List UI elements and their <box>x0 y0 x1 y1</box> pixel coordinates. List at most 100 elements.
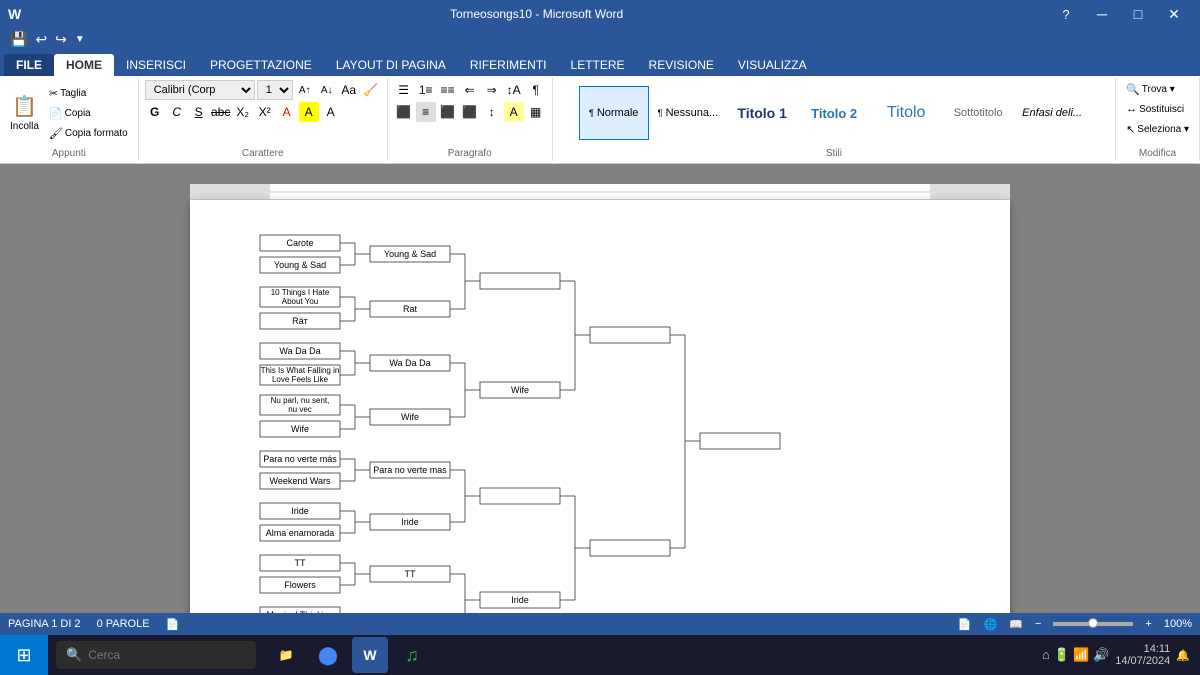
svg-text:Carote: Carote <box>286 238 313 248</box>
zoom-out-button[interactable]: − <box>1035 618 1041 630</box>
style-title[interactable]: Titolo <box>871 86 941 140</box>
style-normal[interactable]: ¶ Normale <box>579 86 649 140</box>
line-spacing-button[interactable]: ↕ <box>482 102 502 122</box>
font-size-select[interactable]: 11 <box>257 80 293 100</box>
tab-home[interactable]: HOME <box>54 54 114 76</box>
shading-button[interactable]: A <box>504 102 524 122</box>
borders-button[interactable]: ▦ <box>526 102 546 122</box>
tab-riferimenti[interactable]: RIFERIMENTI <box>458 54 559 76</box>
svg-text:Flowers: Flowers <box>284 580 316 590</box>
text-effects-button[interactable]: A <box>321 102 341 122</box>
save-icon[interactable]: 💾 <box>8 31 29 48</box>
tab-progettazione[interactable]: PROGETTAZIONE <box>198 54 324 76</box>
subscript-button[interactable]: X₂ <box>233 102 253 122</box>
language-icon: 📄 <box>166 618 180 631</box>
tab-inserisci[interactable]: INSERISCI <box>114 54 198 76</box>
clock: 14:11 14/07/2024 <box>1115 643 1170 667</box>
cut-button[interactable]: ✂ Taglia <box>45 84 132 102</box>
undo-icon[interactable]: ↩ <box>33 31 49 48</box>
notification-button[interactable]: 🔔 <box>1176 649 1190 662</box>
tab-lettere[interactable]: LETTERE <box>559 54 637 76</box>
svg-text:Love Feels Like: Love Feels Like <box>272 375 329 384</box>
multilevel-list-button[interactable]: ≡≡ <box>438 80 458 100</box>
taskbar-word[interactable]: W <box>352 637 388 673</box>
editing-group: 🔍 Trova ▾ ↔ Sostituisci ↖ Seleziona ▾ Mo… <box>1116 78 1200 161</box>
svg-text:Para no verte más: Para no verte más <box>263 454 337 464</box>
replace-button[interactable]: ↔ Sostituisci <box>1122 100 1188 118</box>
font-color-button[interactable]: A <box>277 102 297 122</box>
maximize-button[interactable]: □ <box>1120 0 1156 28</box>
style-emphasis[interactable]: Enfasi deli... <box>1015 86 1089 140</box>
svg-text:Wa Da Da: Wa Da Da <box>279 346 320 356</box>
tab-layout[interactable]: LAYOUT DI PAGINA <box>324 54 458 76</box>
font-family-select[interactable]: Calibri (Corp <box>145 80 255 100</box>
style-subtitle[interactable]: Sottotitolo <box>943 86 1013 140</box>
view-read-icon[interactable]: 📖 <box>1009 618 1023 631</box>
show-marks-button[interactable]: ¶ <box>526 80 546 100</box>
taskbar-search[interactable]: 🔍 <box>56 641 256 669</box>
copy-button[interactable]: 📄 Copia <box>45 104 132 122</box>
svg-text:10 Things I Hate: 10 Things I Hate <box>271 288 330 297</box>
svg-text:Iride: Iride <box>291 506 309 516</box>
decrease-indent-button[interactable]: ⇐ <box>460 80 480 100</box>
styles-area: ¶ Normale ¶ Nessuna... Titolo 1 Titolo 2… <box>579 80 1089 146</box>
svg-text:Nu parl, nu sent,: Nu parl, nu sent, <box>271 396 330 405</box>
underline-button[interactable]: S <box>189 102 209 122</box>
taskbar-spotify[interactable]: ♫ <box>394 637 430 673</box>
customize-qa-icon[interactable]: ▼ <box>73 34 87 45</box>
zoom-slider[interactable] <box>1053 622 1133 626</box>
superscript-button[interactable]: X² <box>255 102 275 122</box>
italic-button[interactable]: C <box>167 102 187 122</box>
font-group: Calibri (Corp 11 A↑ A↓ Aa 🧹 G C S abc X₂ <box>139 78 388 161</box>
zoom-in-button[interactable]: + <box>1145 618 1151 630</box>
style-no-spacing[interactable]: ¶ Nessuna... <box>651 86 725 140</box>
help-button[interactable]: ? <box>1048 0 1084 28</box>
font-grow-button[interactable]: A↑ <box>295 80 315 100</box>
align-center-button[interactable]: ≡ <box>416 102 436 122</box>
taskbar-chrome[interactable]: ⬤ <box>310 637 346 673</box>
search-input[interactable] <box>88 648 246 662</box>
format-painter-button[interactable]: 🖌 Copia formato <box>45 124 132 142</box>
svg-text:Iride: Iride <box>511 595 529 605</box>
zoom-handle[interactable] <box>1088 618 1098 628</box>
numbering-button[interactable]: 1≡ <box>416 80 436 100</box>
taskbar-app-icons: 📁 ⬤ W ♫ <box>268 637 430 673</box>
font-shrink-button[interactable]: A↓ <box>317 80 337 100</box>
find-button[interactable]: 🔍 Trova ▾ <box>1122 80 1179 98</box>
paragraph-label: Paragrafo <box>448 148 492 159</box>
style-heading2[interactable]: Titolo 2 <box>799 86 869 140</box>
highlight-button[interactable]: A <box>299 102 319 122</box>
status-right: 📄 🌐 📖 − + 100% <box>958 618 1192 631</box>
start-button[interactable]: ⊞ <box>0 635 48 675</box>
clear-format-button[interactable]: 🧹 <box>361 80 381 100</box>
word-count: 0 PAROLE <box>97 618 150 630</box>
justify-button[interactable]: ⬛ <box>460 102 480 122</box>
titlebar: W Torneosongs10 - Microsoft Word ? ─ □ ✕ <box>0 0 1200 28</box>
bold-button[interactable]: G <box>145 102 165 122</box>
paste-button[interactable]: 📋 Incolla <box>6 84 43 142</box>
redo-icon[interactable]: ↪ <box>53 31 69 48</box>
font-row2: G C S abc X₂ X² A A A <box>145 102 341 122</box>
document-area: Carote Young & Sad 10 Things I Hate Abou… <box>0 164 1200 613</box>
align-right-button[interactable]: ⬛ <box>438 102 458 122</box>
style-heading1[interactable]: Titolo 1 <box>727 86 797 140</box>
svg-text:TT: TT <box>295 558 306 568</box>
close-button[interactable]: ✕ <box>1156 0 1192 28</box>
tab-revisione[interactable]: REVISIONE <box>637 54 726 76</box>
increase-indent-button[interactable]: ⇒ <box>482 80 502 100</box>
paste-icon: 📋 <box>12 94 37 119</box>
tab-visualizza[interactable]: VISUALIZZA <box>726 54 819 76</box>
document-page: Carote Young & Sad 10 Things I Hate Abou… <box>190 200 1010 613</box>
minimize-button[interactable]: ─ <box>1084 0 1120 28</box>
taskbar-explorer[interactable]: 📁 <box>268 637 304 673</box>
view-print-icon[interactable]: 📄 <box>958 618 972 631</box>
align-left-button[interactable]: ⬛ <box>394 102 414 122</box>
select-button[interactable]: ↖ Seleziona ▾ <box>1122 120 1193 138</box>
view-web-icon[interactable]: 🌐 <box>984 618 998 631</box>
svg-text:Young & Sad: Young & Sad <box>384 249 436 259</box>
strikethrough-button[interactable]: abc <box>211 102 231 122</box>
sort-button[interactable]: ↕A <box>504 80 524 100</box>
tab-file[interactable]: FILE <box>4 54 54 76</box>
change-case-button[interactable]: Aa <box>339 80 359 100</box>
bullets-button[interactable]: ☰ <box>394 80 414 100</box>
